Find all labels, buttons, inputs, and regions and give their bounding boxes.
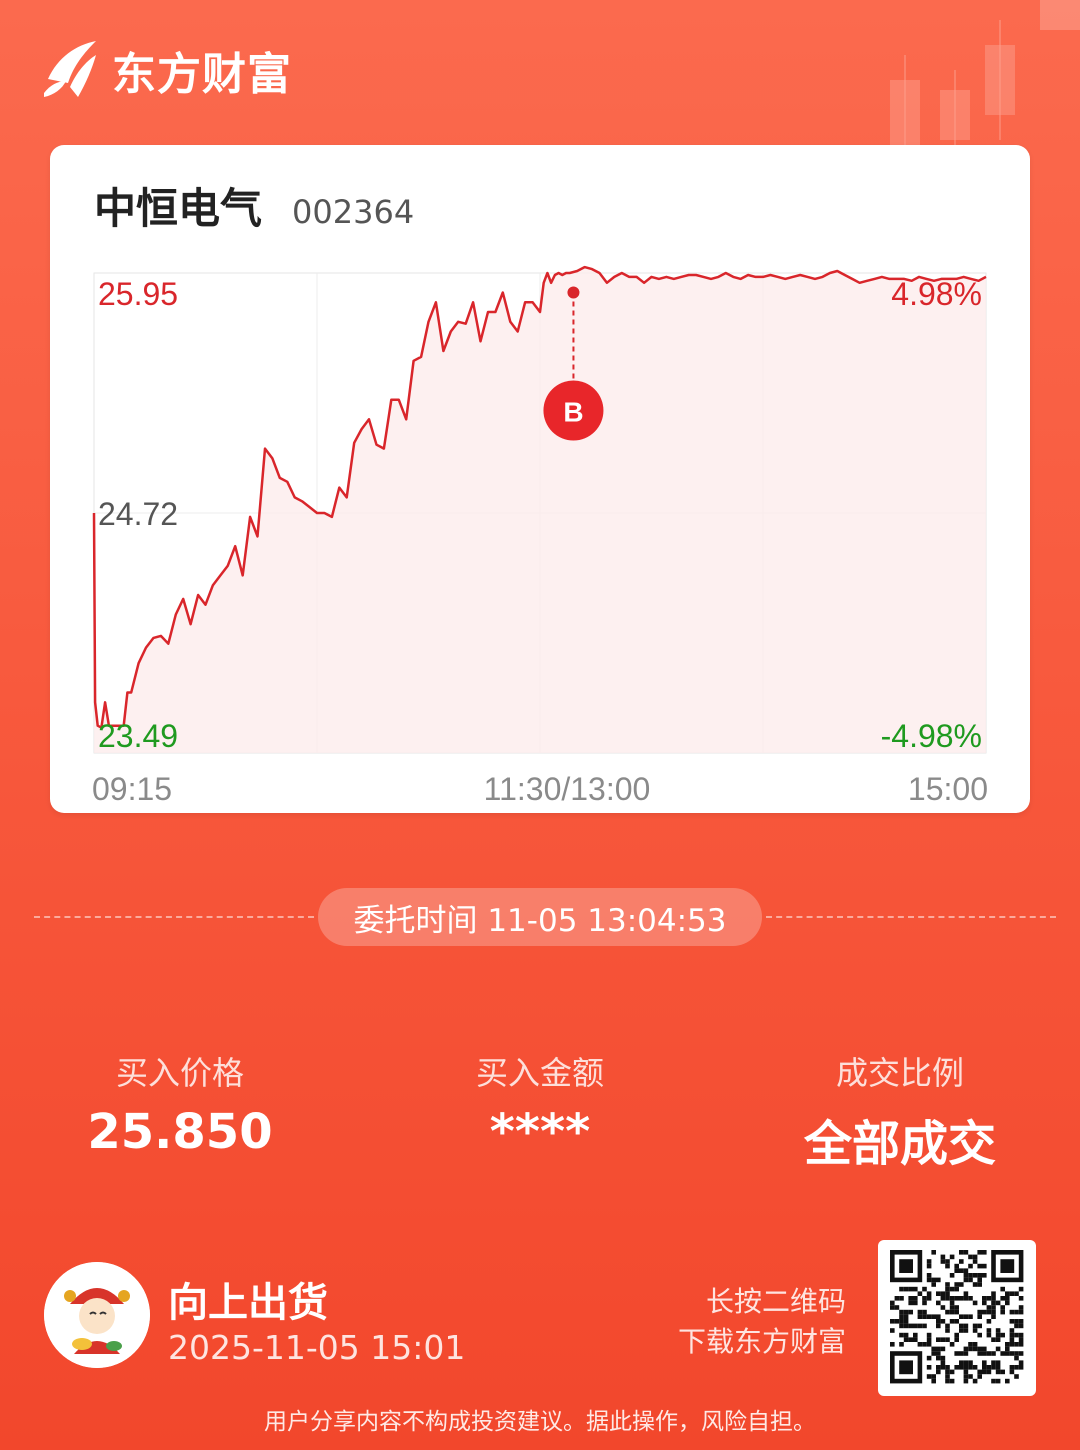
stat-value: 全部成交 bbox=[803, 1116, 996, 1172]
qr-hint-line2: 下载东方财富 bbox=[677, 1325, 846, 1358]
price-area bbox=[94, 267, 986, 753]
candlestick-decoration bbox=[890, 0, 1080, 150]
avatar[interactable] bbox=[44, 1262, 150, 1368]
stat-label: 买入金额 bbox=[475, 1054, 604, 1092]
order-time-strip: 委托时间 11-05 13:04:53 bbox=[0, 888, 1080, 946]
qr-code[interactable] bbox=[878, 1240, 1036, 1396]
stat-buy-price: 买入价格 25.850 bbox=[30, 1048, 330, 1160]
x-tick-end: 15:00 bbox=[908, 771, 988, 807]
share-date: 2025-11-05 15:01 bbox=[168, 1328, 466, 1367]
trade-stats: 买入价格 25.850 买入金额 **** 成交比例 全部成交 bbox=[0, 1048, 1080, 1178]
dashed-divider-left bbox=[34, 916, 314, 918]
stat-value: **** bbox=[489, 1104, 591, 1160]
stat-value: 25.850 bbox=[87, 1104, 273, 1160]
stat-buy-amount: 买入金额 **** bbox=[390, 1048, 690, 1160]
y-tick-mid: 24.72 bbox=[98, 496, 178, 532]
x-tick-start: 09:15 bbox=[92, 771, 172, 807]
y-tick-bottom: 23.49 bbox=[98, 718, 178, 754]
disclaimer: 用户分享内容不构成投资建议。据此操作，风险自担。 bbox=[264, 1409, 816, 1435]
x-tick-mid: 11:30/13:00 bbox=[484, 771, 651, 807]
intraday-chart: B 25.95 24.72 23.49 4.98% -4.98% 09:15 11:30/1… bbox=[92, 265, 988, 807]
brand-name: 东方财富 bbox=[112, 49, 292, 100]
order-time-pill: 委托时间 11-05 13:04:53 bbox=[318, 888, 762, 946]
user-name: 向上出货 bbox=[168, 1280, 328, 1326]
eastmoney-logo-icon bbox=[44, 41, 96, 97]
pct-tick-top: 4.98% bbox=[891, 276, 982, 312]
qr-hint: 长按二维码 下载东方财富 bbox=[678, 1282, 846, 1362]
dashed-divider-right bbox=[766, 916, 1056, 918]
qr-hint-line1: 长按二维码 bbox=[705, 1285, 846, 1318]
brand-logo: 东方财富 bbox=[40, 38, 292, 102]
marker-label: B bbox=[563, 397, 583, 428]
stat-label: 成交比例 bbox=[835, 1054, 964, 1092]
stock-chart-card: 中恒电气 002364 B 25.95 24.72 23.49 4.98% -4.98%… bbox=[50, 145, 1030, 813]
pct-tick-bottom: -4.98% bbox=[881, 718, 982, 754]
caishen-avatar-icon bbox=[44, 1262, 150, 1368]
y-tick-top: 25.95 bbox=[98, 276, 178, 312]
stat-fill-ratio: 成交比例 全部成交 bbox=[750, 1048, 1050, 1174]
qr-code-icon bbox=[890, 1250, 1024, 1384]
stat-label: 买入价格 bbox=[115, 1054, 244, 1092]
